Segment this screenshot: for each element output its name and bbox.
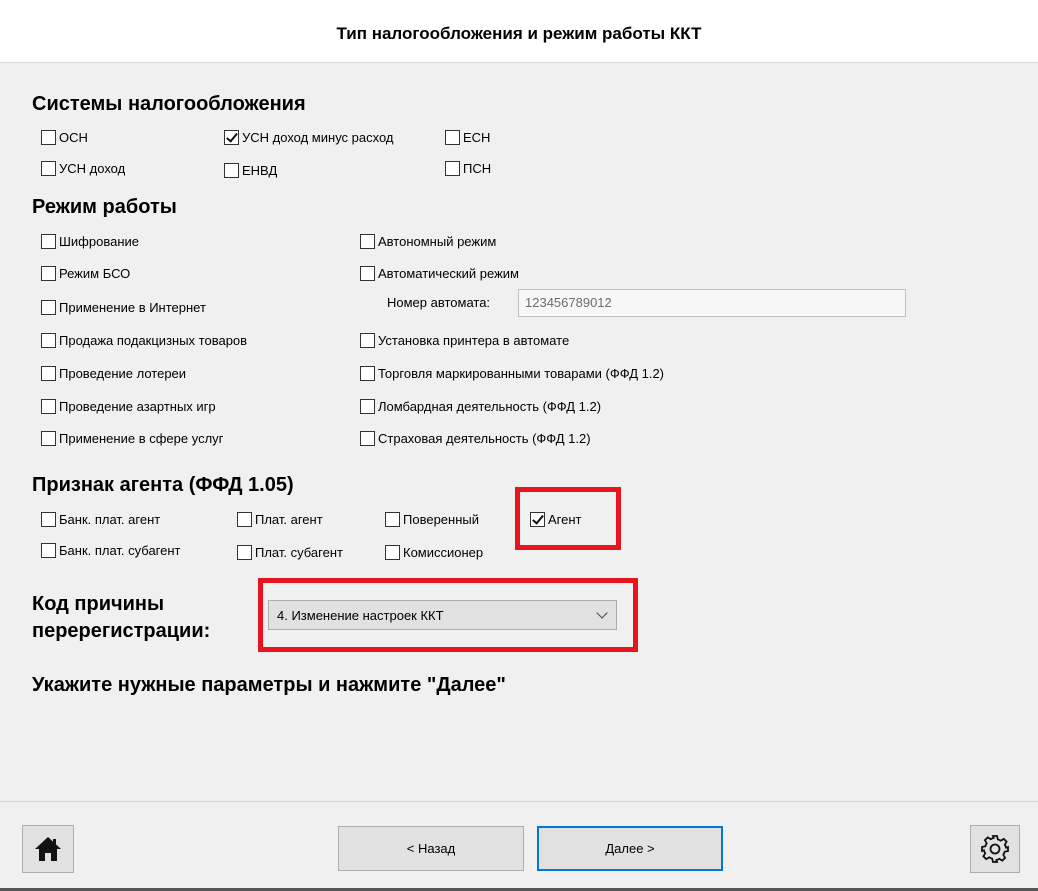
checkbox-box[interactable] [360, 365, 375, 381]
checkbox-label: Режим БСО [59, 265, 131, 281]
next-button[interactable]: Далее > [537, 826, 723, 871]
checkbox-box[interactable] [41, 233, 56, 249]
checkbox-label: Автоматический режим [378, 265, 519, 281]
checkbox-printer-in-machine[interactable]: Установка принтера в автомате [360, 331, 569, 349]
checkbox-osn[interactable]: ОСН [41, 128, 88, 146]
checkbox-attorney[interactable]: Поверенный [385, 510, 479, 528]
checkbox-services[interactable]: Применение в сфере услуг [41, 429, 223, 447]
checkbox-psn[interactable]: ПСН [445, 159, 491, 177]
checkbox-box[interactable] [360, 332, 375, 348]
reason-select[interactable]: 4. Изменение настроек ККТ [268, 600, 617, 630]
chevron-down-icon [596, 607, 608, 619]
checkbox-label: Банк. плат. субагент [59, 542, 181, 558]
checkbox-box[interactable] [41, 365, 56, 381]
checkbox-label: Проведение лотереи [59, 365, 187, 381]
checkbox-bank-payment-subagent[interactable]: Банк. плат. субагент [41, 541, 181, 559]
checkbox-box[interactable] [41, 160, 56, 176]
checkbox-box[interactable] [41, 430, 56, 446]
checkbox-autonomous[interactable]: Автономный режим [360, 232, 496, 250]
checkbox-box[interactable] [224, 129, 239, 145]
checkbox-label: Ломбардная деятельность (ФФД 1.2) [378, 398, 602, 414]
checkbox-box[interactable] [445, 160, 460, 176]
checkbox-label: Автономный режим [378, 233, 497, 249]
window-title: Тип налогообложения и режим работы ККТ [336, 24, 702, 43]
back-button[interactable]: < Назад [338, 826, 524, 871]
checkbox-bso-mode[interactable]: Режим БСО [41, 264, 130, 282]
checkbox-label: Страховая деятельность (ФФД 1.2) [378, 430, 591, 446]
reason-selected-value: 4. Изменение настроек ККТ [277, 607, 444, 623]
checkbox-box[interactable] [41, 129, 56, 145]
machine-number-label: Номер автомата: [387, 295, 491, 310]
checkbox-box[interactable] [41, 511, 56, 527]
checkbox-label: Применение в Интернет [59, 299, 206, 315]
home-button[interactable] [22, 825, 74, 873]
checkbox-marked-goods[interactable]: Торговля маркированными товарами (ФФД 1.… [360, 364, 664, 382]
checkbox-box[interactable] [41, 542, 56, 558]
home-icon [35, 837, 61, 861]
checkbox-label: Проведение азартных игр [59, 398, 216, 414]
checkbox-label: Банк. плат. агент [59, 511, 161, 527]
checkbox-payment-agent[interactable]: Плат. агент [237, 510, 323, 528]
checkbox-box[interactable] [237, 544, 252, 560]
checkbox-label: ЕНВД [242, 162, 278, 178]
checkbox-box[interactable] [385, 544, 400, 560]
checkbox-label: ПСН [463, 160, 492, 176]
checkbox-esn[interactable]: ЕСН [445, 128, 490, 146]
checkbox-box[interactable] [385, 511, 400, 527]
checkbox-envd[interactable]: ЕНВД [224, 161, 277, 179]
checkbox-encryption[interactable]: Шифрование [41, 232, 139, 250]
checkbox-box[interactable] [41, 299, 56, 315]
checkbox-label: Торговля маркированными товарами (ФФД 1.… [378, 365, 665, 381]
checkbox-lottery[interactable]: Проведение лотереи [41, 364, 186, 382]
checkbox-internet[interactable]: Применение в Интернет [41, 298, 206, 316]
checkbox-label: УСН доход [59, 160, 126, 176]
gear-icon [981, 835, 1009, 863]
checkbox-bank-payment-agent[interactable]: Банк. плат. агент [41, 510, 160, 528]
checkbox-gambling[interactable]: Проведение азартных игр [41, 397, 216, 415]
checkbox-box[interactable] [224, 162, 239, 178]
hint-text: Укажите нужные параметры и нажмите "Дале… [32, 674, 506, 696]
checkbox-label: ЕСН [463, 129, 491, 145]
checkbox-insurance[interactable]: Страховая деятельность (ФФД 1.2) [360, 429, 591, 447]
checkbox-commissioner[interactable]: Комиссионер [385, 543, 483, 561]
checkbox-box[interactable] [237, 511, 252, 527]
checkbox-box[interactable] [41, 398, 56, 414]
agent-section-title: Признак агента (ФФД 1.05) [32, 474, 294, 496]
checkbox-box[interactable] [41, 265, 56, 281]
checkbox-box[interactable] [360, 233, 375, 249]
checkbox-excise-goods[interactable]: Продажа подакцизных товаров [41, 331, 247, 349]
tax-section-title: Системы налогообложения [32, 93, 306, 115]
reason-label-line1: Код причины [32, 593, 165, 615]
checkbox-label: Плат. агент [255, 511, 323, 527]
mode-section-title: Режим работы [32, 196, 177, 218]
checkbox-label: Продажа подакцизных товаров [59, 332, 248, 348]
checkbox-label: Применение в сфере услуг [59, 430, 224, 446]
settings-button[interactable] [970, 825, 1020, 873]
checkbox-usn-income-minus-expense[interactable]: УСН доход минус расход [224, 128, 394, 146]
checkbox-payment-subagent[interactable]: Плат. субагент [237, 543, 343, 561]
reason-label-line2: перерегистрации: [32, 620, 211, 642]
checkbox-label: УСН доход минус расход [242, 129, 394, 145]
checkbox-label: Комиссионер [403, 544, 484, 560]
footer-divider [0, 801, 1038, 802]
checkbox-box[interactable] [360, 430, 375, 446]
checkbox-label: Установка принтера в автомате [378, 332, 570, 348]
checkbox-label: Плат. субагент [255, 544, 343, 560]
checkbox-box[interactable] [41, 332, 56, 348]
agent-highlight-box [515, 487, 621, 550]
checkbox-box[interactable] [360, 265, 375, 281]
checkbox-box[interactable] [360, 398, 375, 414]
window-header: Тип налогообложения и режим работы ККТ [0, 0, 1038, 63]
machine-number-input[interactable]: 123456789012 [518, 289, 906, 317]
checkbox-automatic[interactable]: Автоматический режим [360, 264, 519, 282]
checkbox-pawnshop[interactable]: Ломбардная деятельность (ФФД 1.2) [360, 397, 601, 415]
checkbox-label: Поверенный [403, 511, 479, 527]
checkbox-label: Шифрование [59, 233, 139, 249]
checkbox-usn-income[interactable]: УСН доход [41, 159, 125, 177]
checkbox-label: ОСН [59, 129, 88, 145]
checkbox-box[interactable] [445, 129, 460, 145]
